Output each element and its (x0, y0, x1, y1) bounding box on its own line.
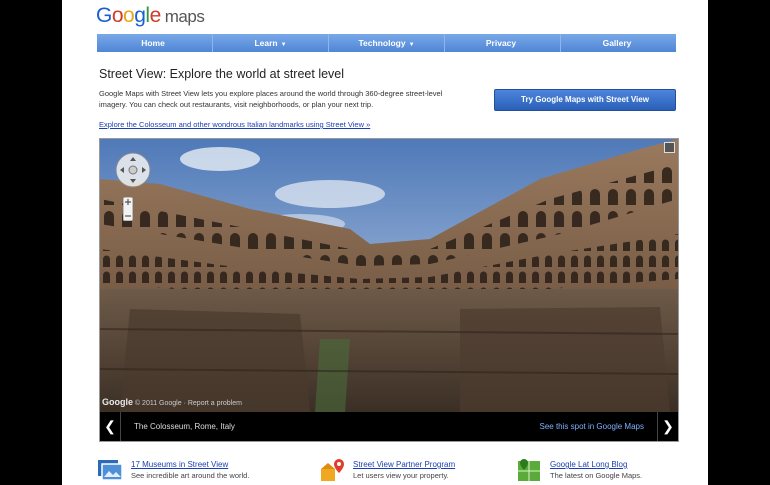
google-maps-logo[interactable]: Google maps (96, 4, 205, 28)
footer-item-museums: 17 Museums in Street View See incredible… (97, 455, 277, 485)
logo-maps-text: maps (164, 7, 205, 26)
nav-item-privacy[interactable]: Privacy (445, 34, 561, 52)
explore-colosseum-link[interactable]: Explore the Colosseum and other wondrous… (99, 120, 370, 129)
previous-arrow-icon[interactable]: ❮ (100, 412, 121, 441)
logo-letter: G (96, 4, 112, 27)
zoom-control[interactable] (122, 196, 134, 222)
see-in-google-maps-link[interactable]: See this spot in Google Maps (539, 412, 644, 441)
location-caption: The Colosseum, Rome, Italy (134, 422, 235, 431)
nav-item-home[interactable]: Home (97, 34, 213, 52)
nav-item-learn[interactable]: Learn ▼ (213, 34, 329, 52)
partner-program-link[interactable]: Street View Partner Program (353, 460, 455, 469)
nav-bar: Home Learn ▼ Technology ▼ Privacy Gallery (97, 34, 676, 52)
dropdown-arrow-icon: ▼ (408, 42, 415, 48)
street-view-watermark: Google © 2011 Google · Report a problem (102, 397, 242, 407)
museums-link[interactable]: 17 Museums in Street View (131, 460, 228, 469)
nav-label: Technology (358, 38, 406, 48)
caption-bar: ❮ The Colosseum, Rome, Italy See this sp… (100, 412, 678, 441)
lat-long-blog-link[interactable]: Google Lat Long Blog (550, 460, 627, 469)
google-watermark-logo: Google (102, 397, 133, 407)
copyright-text: © 2011 Google · Report a problem (134, 400, 242, 407)
partner-pin-icon[interactable] (319, 457, 345, 483)
fullscreen-icon[interactable] (664, 142, 675, 153)
nav-item-technology[interactable]: Technology ▼ (329, 34, 445, 52)
blog-map-icon[interactable] (516, 457, 542, 483)
logo-letter: g (134, 4, 146, 27)
logo-letter: o (123, 4, 135, 27)
dropdown-arrow-icon: ▼ (280, 42, 287, 48)
logo-letter: e (149, 4, 162, 27)
museum-photo-icon[interactable] (97, 457, 123, 483)
colosseum-panorama-image[interactable] (100, 139, 678, 412)
partner-subtitle: Let users view your property. (353, 471, 449, 480)
nav-label: Gallery (602, 38, 632, 48)
page-description: Google Maps with Street View lets you ex… (99, 89, 443, 109)
next-arrow-icon[interactable]: ❯ (657, 412, 678, 441)
footer-item-partner: Street View Partner Program Let users vi… (319, 455, 499, 485)
logo-letter: o (111, 4, 124, 27)
nav-label: Home (141, 38, 165, 48)
museums-subtitle: See incredible art around the world. (131, 471, 250, 480)
page: Google maps Home Learn ▼ Technology ▼ Priva… (62, 0, 708, 485)
blog-subtitle: The latest on Google Maps. (550, 471, 643, 480)
page-title: Street View: Explore the world at street… (99, 67, 345, 81)
nav-label: Learn (254, 38, 278, 48)
footer-links: 17 Museums in Street View See incredible… (97, 455, 697, 485)
footer-item-blog: Google Lat Long Blog The latest on Googl… (516, 455, 696, 485)
pan-control[interactable] (114, 151, 152, 189)
nav-label: Privacy (485, 38, 517, 48)
nav-item-gallery[interactable]: Gallery (561, 34, 676, 52)
street-view-panorama[interactable]: Google © 2011 Google · Report a problem … (99, 138, 679, 442)
try-street-view-button[interactable]: Try Google Maps with Street View (494, 89, 676, 111)
